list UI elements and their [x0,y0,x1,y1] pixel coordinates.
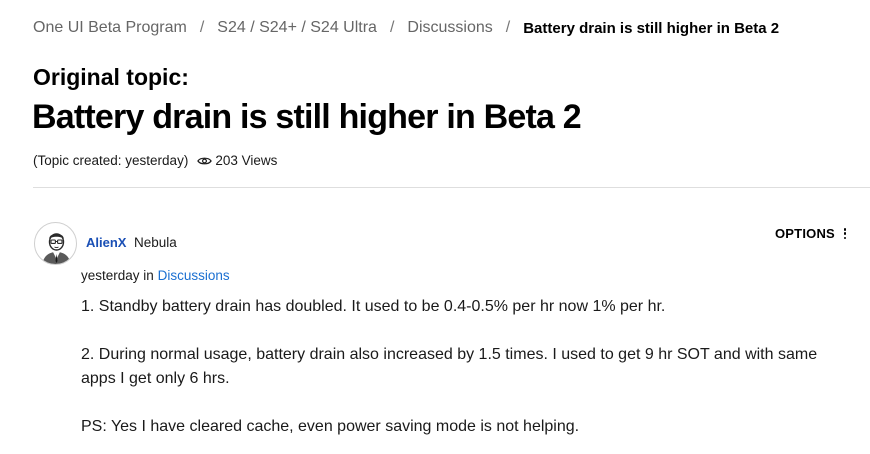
breadcrumb-link-s24[interactable]: S24 / S24+ / S24 Ultra [217,19,377,37]
breadcrumb-current-topic: Battery drain is still higher in Beta 2 [523,19,780,37]
topic-created-text: (Topic created: yesterday) [33,153,189,168]
breadcrumb-separator: / [199,19,205,36]
eye-icon [197,157,213,164]
post-time: yesterday [81,268,140,283]
post-in-text: in [143,268,154,283]
post-paragraph: PS: Yes I have cleared cache, even power… [81,418,580,435]
board-link-discussions[interactable]: Discussions [158,268,230,283]
topic-meta: (Topic created: yesterday) 203 Views [33,153,277,168]
breadcrumb-separator: / [389,19,395,36]
user-avatar-icon [42,233,71,264]
author-rank: Nebula [134,235,177,250]
author-link[interactable]: AlienX [86,235,126,250]
divider [33,187,870,188]
breadcrumb: One UI Beta Program / S24 / S24+ / S24 U… [33,17,779,39]
post-timestamp: yesterday in Discussions [81,268,230,283]
options-menu-button[interactable]: OPTIONS [775,226,847,241]
page-title: Battery drain is still higher in Beta 2 [32,98,582,136]
view-count-text: 203 Views [215,153,278,168]
original-topic-label: Original topic: [33,64,189,90]
avatar[interactable] [34,222,77,265]
view-count: 203 Views [197,153,277,168]
breadcrumb-link-one-ui-beta-program[interactable]: One UI Beta Program [33,19,187,37]
breadcrumb-link-discussions[interactable]: Discussions [407,19,492,37]
options-label: OPTIONS [775,226,835,241]
breadcrumb-separator: / [505,19,511,36]
post-paragraph: 2. During normal usage, battery drain al… [81,346,818,387]
kebab-menu-icon [843,228,847,239]
post-paragraph: 1. Standby battery drain has doubled. It… [81,298,666,315]
